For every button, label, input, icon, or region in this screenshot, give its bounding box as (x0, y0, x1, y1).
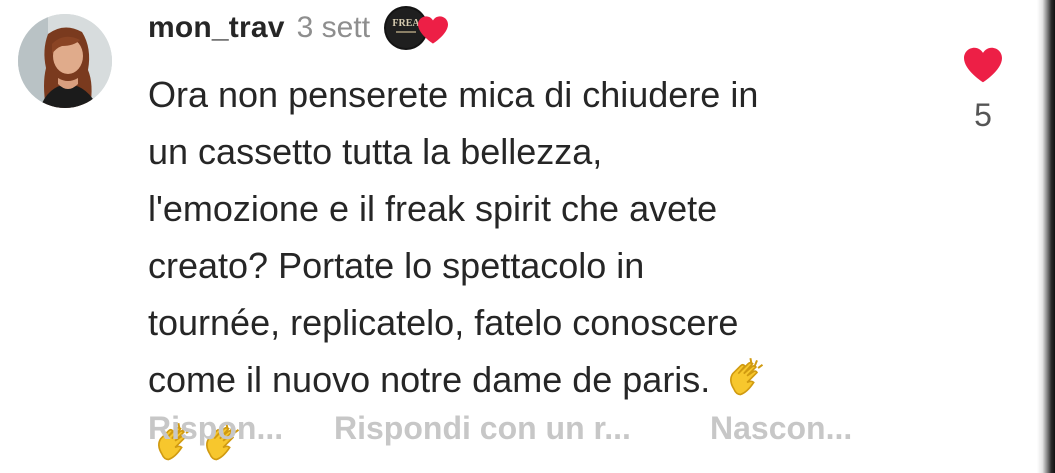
comment-line: tournée, replicatelo, fatelo conoscere (148, 302, 739, 343)
comment-header: mon_trav 3 sett FREA (148, 6, 452, 50)
comment-line: come il nuovo notre dame de paris. (148, 359, 711, 400)
avatar-photo (18, 14, 112, 108)
like-heart-icon[interactable] (962, 46, 1004, 84)
creator-liked-badge: FREA (382, 6, 452, 50)
hide-button[interactable]: Nascon... (710, 410, 852, 447)
reply-with-button[interactable]: Rispondi con un r... (334, 410, 631, 447)
comment-line: l'emozione e il freak spirit che avete (148, 188, 718, 229)
clapping-hands-icon (724, 356, 768, 416)
like-count: 5 (974, 97, 992, 133)
comment-line: Ora non penserete mica di chiudere in (148, 74, 759, 115)
device-edge (1037, 0, 1055, 473)
heart-icon (418, 16, 449, 44)
comment-screen: mon_trav 3 sett FREA Ora non penserete m… (0, 0, 1055, 473)
avatar[interactable] (18, 14, 112, 108)
username[interactable]: mon_trav (148, 11, 285, 45)
comment-line-with-emoji: come il nuovo notre dame de paris. (148, 351, 908, 416)
comment-line: creato? Portate lo spettacolo in (148, 245, 645, 286)
reply-button[interactable]: Rispon... (148, 410, 283, 447)
like-control: 5 (960, 46, 1006, 134)
comment-line: un cassetto tutta la bellezza, (148, 131, 603, 172)
timestamp: 3 sett (296, 11, 371, 44)
